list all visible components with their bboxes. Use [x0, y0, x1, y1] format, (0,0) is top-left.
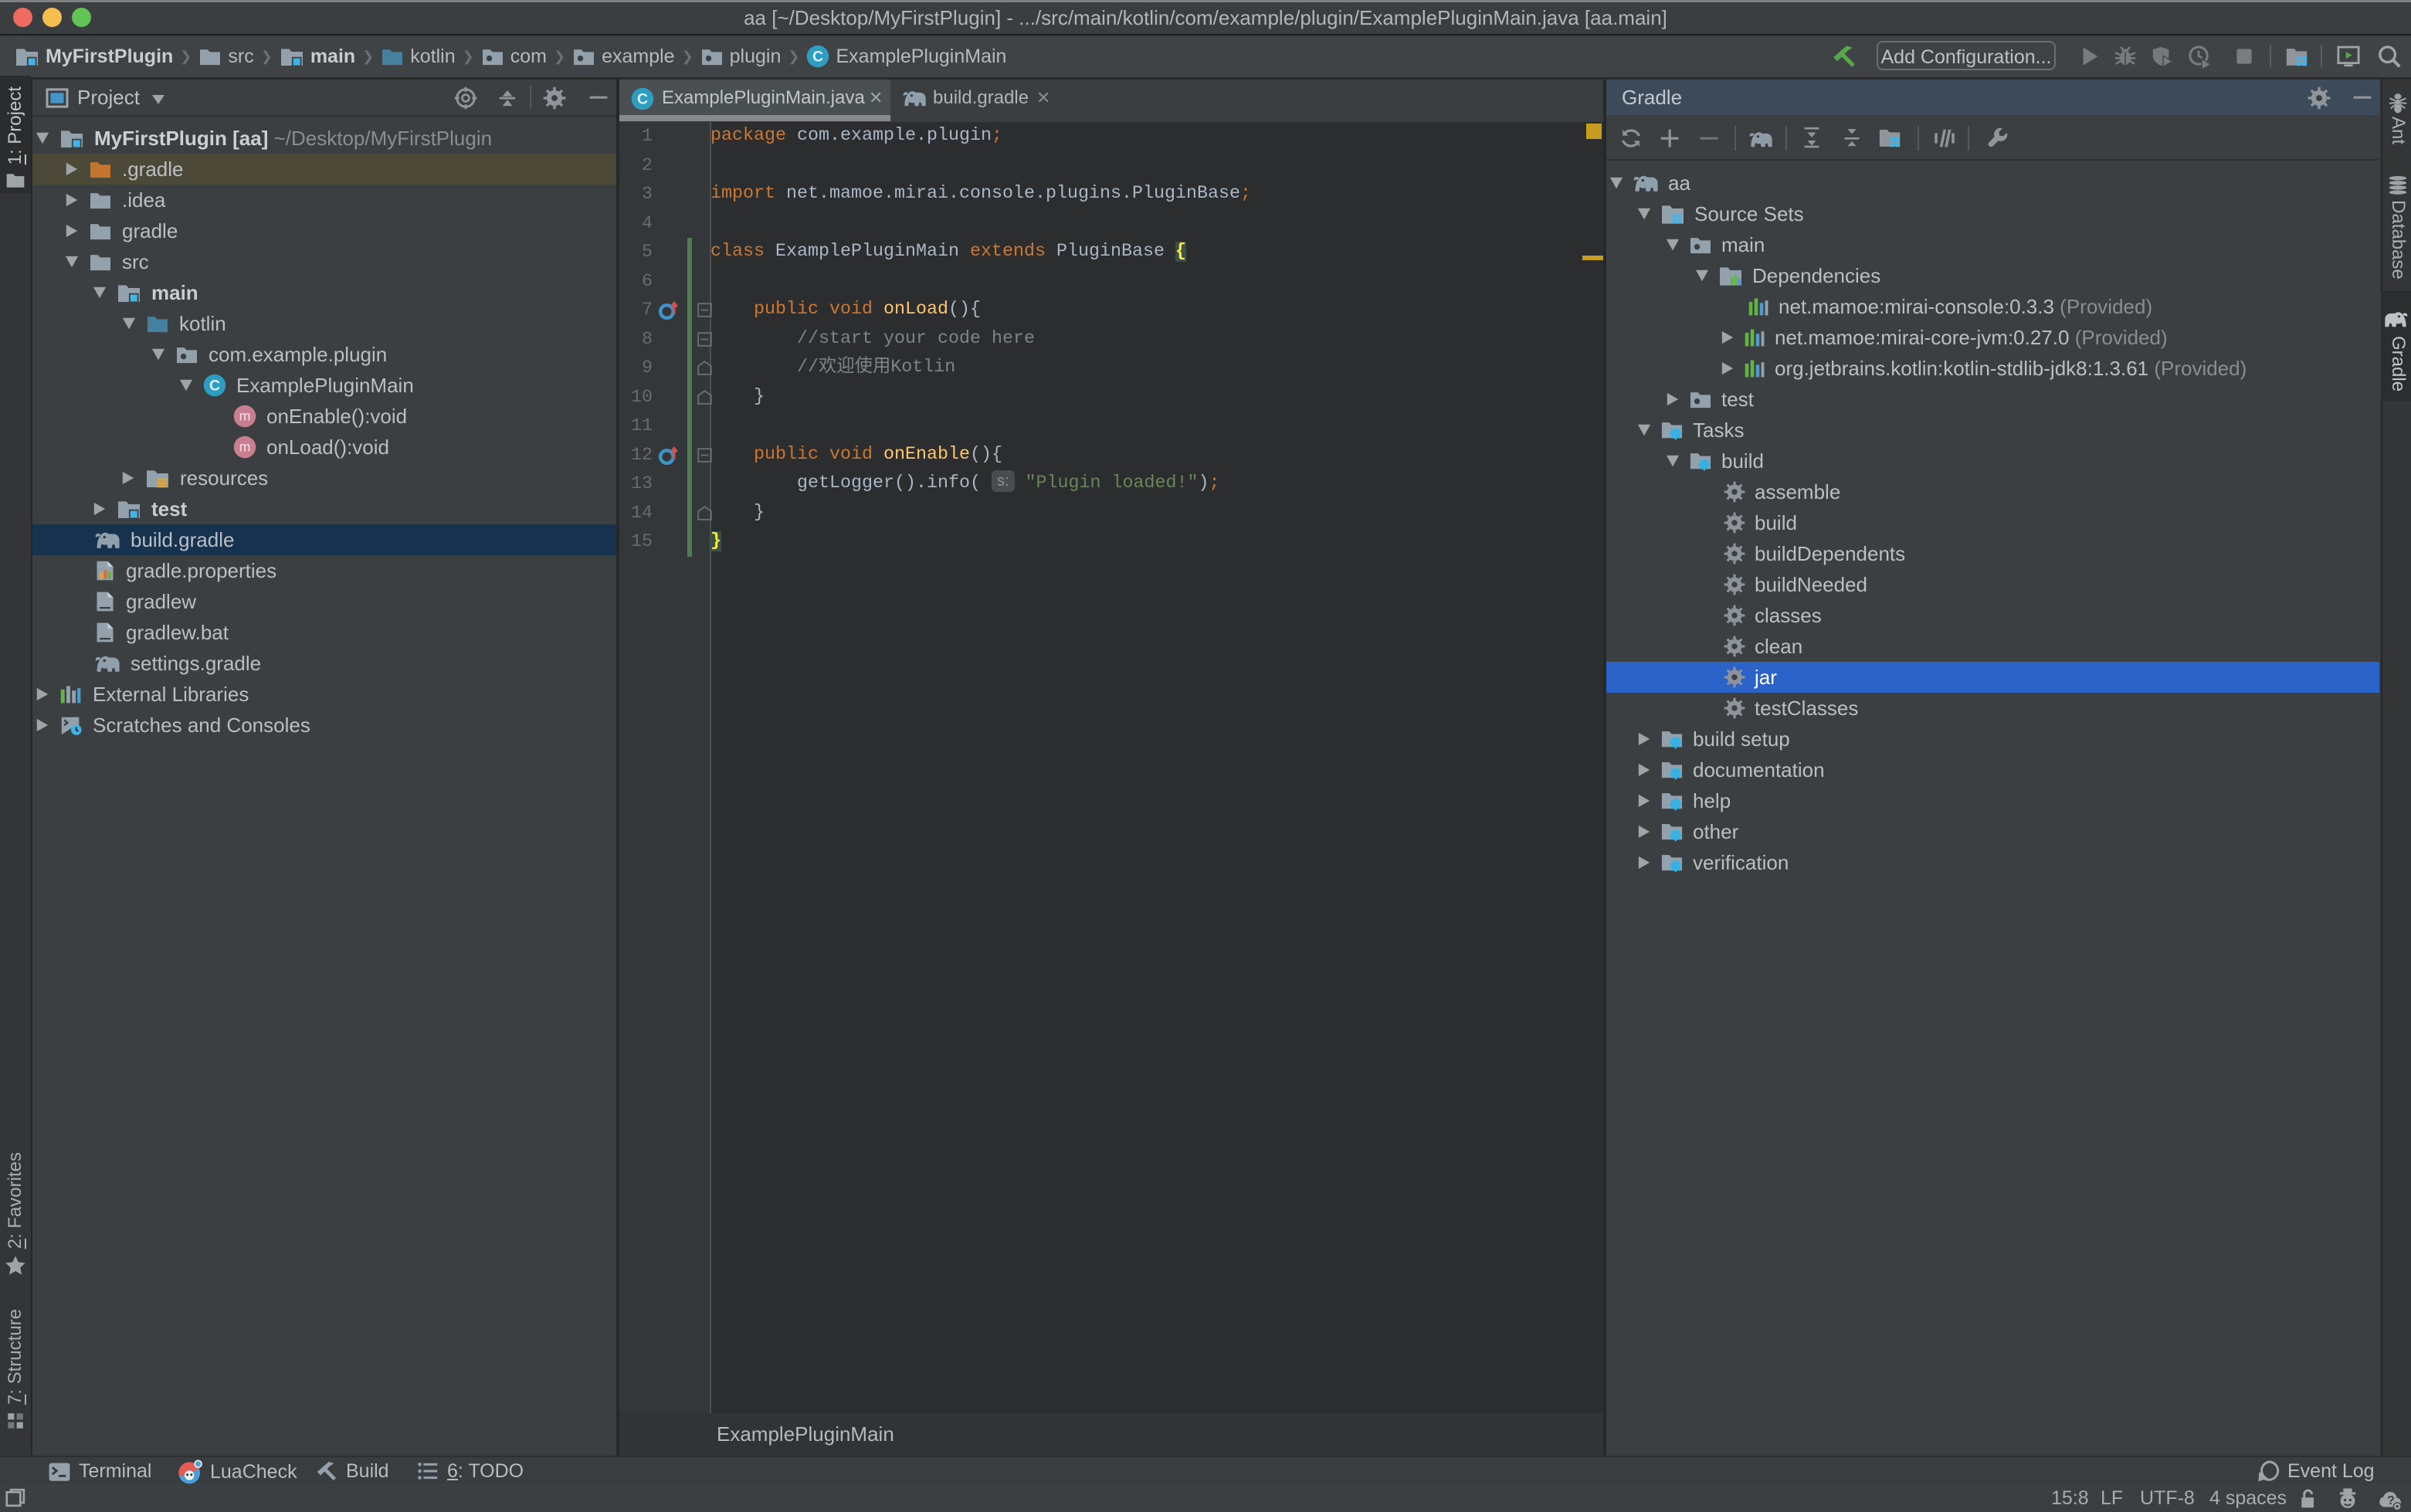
svg-text:C: C [812, 48, 823, 65]
svg-text:C: C [209, 377, 220, 394]
svg-text:m: m [239, 409, 251, 424]
svg-text:C: C [637, 90, 648, 107]
svg-text:m: m [239, 439, 251, 455]
